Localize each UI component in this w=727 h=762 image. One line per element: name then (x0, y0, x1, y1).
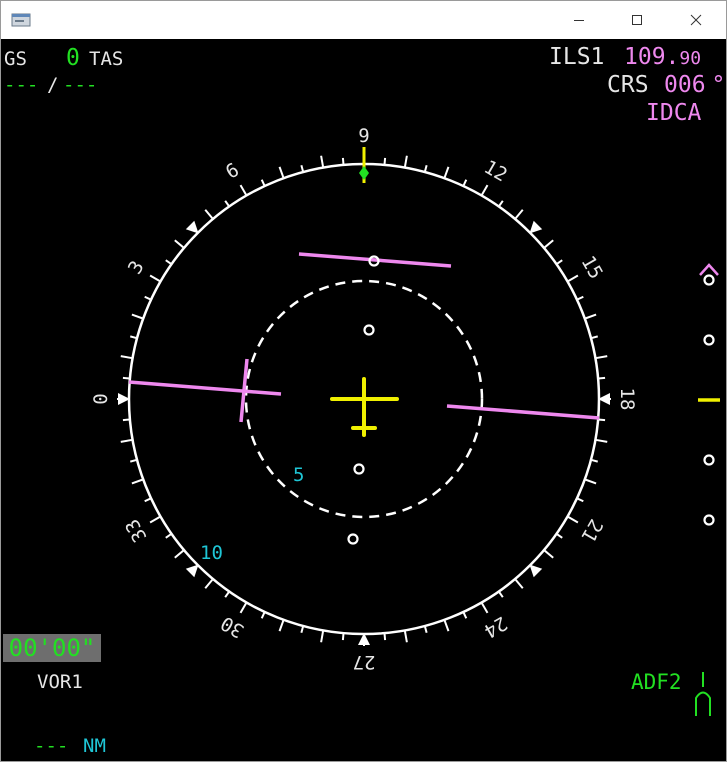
minimize-button[interactable] (556, 1, 602, 39)
gs-label: GS (4, 48, 27, 70)
compass-label: 24 (480, 612, 511, 642)
compass-label: 33 (121, 515, 151, 546)
deviation-dot (363, 324, 375, 336)
compass-label: 6 (222, 159, 243, 184)
wind-direction: --- (4, 74, 39, 96)
distance-value: --- (34, 735, 69, 757)
compass-tick (480, 602, 489, 614)
compass-label: 18 (616, 388, 638, 411)
deviation-dot (347, 533, 359, 545)
compass-tick (174, 239, 185, 249)
range-label-outer: 10 (200, 542, 223, 564)
compass-label: 30 (217, 612, 248, 642)
compass-tick (514, 209, 524, 220)
compass-label: 21 (577, 515, 607, 546)
compass-rose: 0 3 6 9 12 15 18 21 24 27 30 33 (90, 125, 720, 716)
compass-label: 9 (358, 125, 369, 147)
course-value-unit: ° (711, 72, 726, 98)
compass-tick (131, 313, 144, 320)
course-line-right (446, 404, 600, 420)
gs-value: 0 (66, 45, 80, 71)
compass-tick (174, 549, 185, 559)
compass-tick (595, 355, 608, 360)
compass-tick (120, 438, 133, 443)
close-button[interactable] (673, 1, 719, 39)
compass-tick (443, 619, 450, 632)
course-label: CRS (607, 72, 649, 98)
compass-label: 0 (90, 393, 112, 404)
course-line-left (128, 380, 282, 396)
wind-speed: --- (63, 74, 98, 96)
compass-tick (543, 239, 554, 249)
nav-source-label: ILS1 (549, 44, 605, 70)
compass-tick (584, 313, 597, 320)
nav-frequency: 109.90 (624, 46, 701, 69)
aircraft-symbol-icon (330, 377, 399, 437)
app-window: 0 3 6 9 12 15 18 21 24 27 30 33 GS 0 TAS… (0, 0, 727, 762)
maximize-button[interactable] (614, 1, 660, 39)
compass-tick (204, 578, 214, 589)
compass-label: 15 (577, 252, 607, 283)
course-value: 006 ° (664, 74, 725, 97)
compass-tick (567, 515, 579, 524)
minimize-icon (573, 11, 585, 30)
station-ident: IDCA (646, 100, 702, 126)
distance-unit: NM (83, 735, 106, 757)
course-value-number: 006 (664, 72, 706, 98)
compass-tick (120, 355, 133, 360)
compass-marker (185, 564, 199, 578)
compass-tick (443, 166, 450, 179)
glideslope-dot (703, 334, 715, 346)
compass-tick (204, 209, 214, 220)
compass-marker (529, 220, 543, 234)
compass-marker (529, 564, 543, 578)
compass-label: 3 (124, 257, 149, 278)
compass-tick (567, 274, 579, 283)
compass-tick (131, 478, 144, 485)
compass-tick (480, 184, 489, 196)
range-label-inner: 5 (293, 464, 305, 486)
glideslope-dot (703, 454, 715, 466)
compass-tick (543, 549, 554, 559)
deviation-dot (353, 463, 365, 475)
compass-tick (278, 619, 285, 632)
glideslope-scale (698, 263, 720, 526)
glideslope-caret-icon (699, 263, 719, 276)
compass-tick (278, 166, 285, 179)
nav-frequency-decimal: 90 (679, 48, 702, 69)
compass-label: 12 (480, 156, 511, 186)
compass-tick (584, 478, 597, 485)
compass-tick (320, 155, 325, 168)
adf-needle-icon (695, 672, 711, 716)
glideslope-dot (703, 514, 715, 526)
compass-tick (595, 438, 608, 443)
compass-tick (514, 578, 524, 589)
compass-tick (320, 630, 325, 643)
maximize-icon (631, 11, 643, 30)
close-icon (690, 11, 702, 30)
tas-label: TAS (89, 48, 124, 70)
compass-tick (403, 630, 408, 643)
compass-marker (185, 220, 199, 234)
compass-tick (403, 155, 408, 168)
glideslope-dot (703, 274, 715, 286)
compass-label: 27 (353, 651, 376, 673)
compass-tick (149, 274, 161, 283)
compass-tick (239, 602, 248, 614)
title-bar[interactable] (1, 1, 726, 39)
nav-source-bottom: VOR1 (37, 671, 83, 693)
navigation-display: 0 3 6 9 12 15 18 21 24 27 30 33 GS 0 TAS… (1, 39, 726, 761)
compass-tick (149, 515, 161, 524)
app-window-icon (11, 12, 31, 32)
wind-separator: / (47, 74, 59, 96)
nav-frequency-main: 109. (624, 44, 680, 70)
compass-tick (239, 184, 248, 196)
adf-label: ADF2 (631, 670, 682, 694)
chrono-timer[interactable]: 00'00" (3, 634, 101, 662)
